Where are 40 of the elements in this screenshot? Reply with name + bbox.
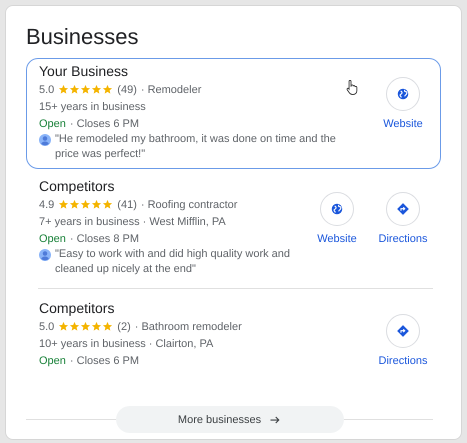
directions-button[interactable]: Directions — [378, 314, 428, 367]
avatar-icon — [39, 249, 51, 261]
more-businesses-button[interactable]: More businesses — [116, 406, 344, 433]
website-button[interactable]: Website — [312, 192, 362, 245]
business-category: · Remodeler — [140, 84, 202, 96]
closing-time: · Closes 6 PM — [70, 118, 139, 130]
open-status: Open — [39, 354, 66, 366]
open-status: Open — [39, 232, 66, 244]
globe-icon — [396, 87, 410, 101]
rating: 4.9 — [39, 198, 54, 210]
review-count: (41) — [117, 198, 137, 210]
business-category: · Roofing contractor — [140, 198, 238, 210]
review-count: (49) — [117, 84, 137, 96]
business-name: Competitors — [39, 300, 116, 316]
business-category: · Bathroom remodeler — [134, 320, 242, 332]
business-name: Your Business — [39, 63, 129, 79]
website-button[interactable]: Website — [378, 77, 428, 130]
directions-icon — [396, 202, 410, 216]
avatar-icon — [39, 134, 51, 146]
directions-button[interactable]: Directions — [378, 192, 428, 245]
arrow-right-icon — [269, 414, 282, 426]
business-details: 7+ years in business · West Mifflin, PA — [39, 216, 226, 228]
hand-cursor-icon — [345, 79, 358, 96]
review-quote: "He remodeled my bathroom, it was done on time and the price was perfect!" — [55, 132, 337, 162]
rating: 5.0 — [39, 320, 54, 332]
business-details: 10+ years in business · Clairton, PA — [39, 338, 214, 350]
directions-icon — [396, 324, 410, 338]
business-name: Competitors — [39, 178, 116, 194]
open-status: Open — [39, 118, 66, 130]
section-title: Businesses — [26, 24, 140, 50]
globe-icon — [330, 202, 344, 216]
highlighted-listing[interactable]: Your Business 5.0 (49) · Remodeler 15+ years in business Open · Closes 6 PM "He remodeled my bathroom, it was done on time and the price was perfect!" Website — [26, 58, 441, 169]
closing-time: · Closes 6 PM — [70, 354, 139, 366]
listing[interactable]: Competitors 5.0 (2) · Bathroom remodeler 10+ years in business · Clairton, PA Open · Closes 6 PM Directions — [26, 295, 441, 376]
closing-time: · Closes 8 PM — [70, 232, 139, 244]
review-count: (2) — [117, 320, 131, 332]
review-quote: "Easy to work with and did high quality work and cleaned up nicely at the end" — [55, 247, 292, 277]
business-details: 15+ years in business — [39, 100, 146, 112]
rating: 5.0 — [39, 84, 54, 96]
listing[interactable]: Competitors 4.9 (41) · Roofing contractor 7+ years in business · West Mifflin, PA Open · Closes 8 PM "Easy to work with and did high quality work and cleaned up nicely at the end" Website Directions — [26, 173, 441, 284]
